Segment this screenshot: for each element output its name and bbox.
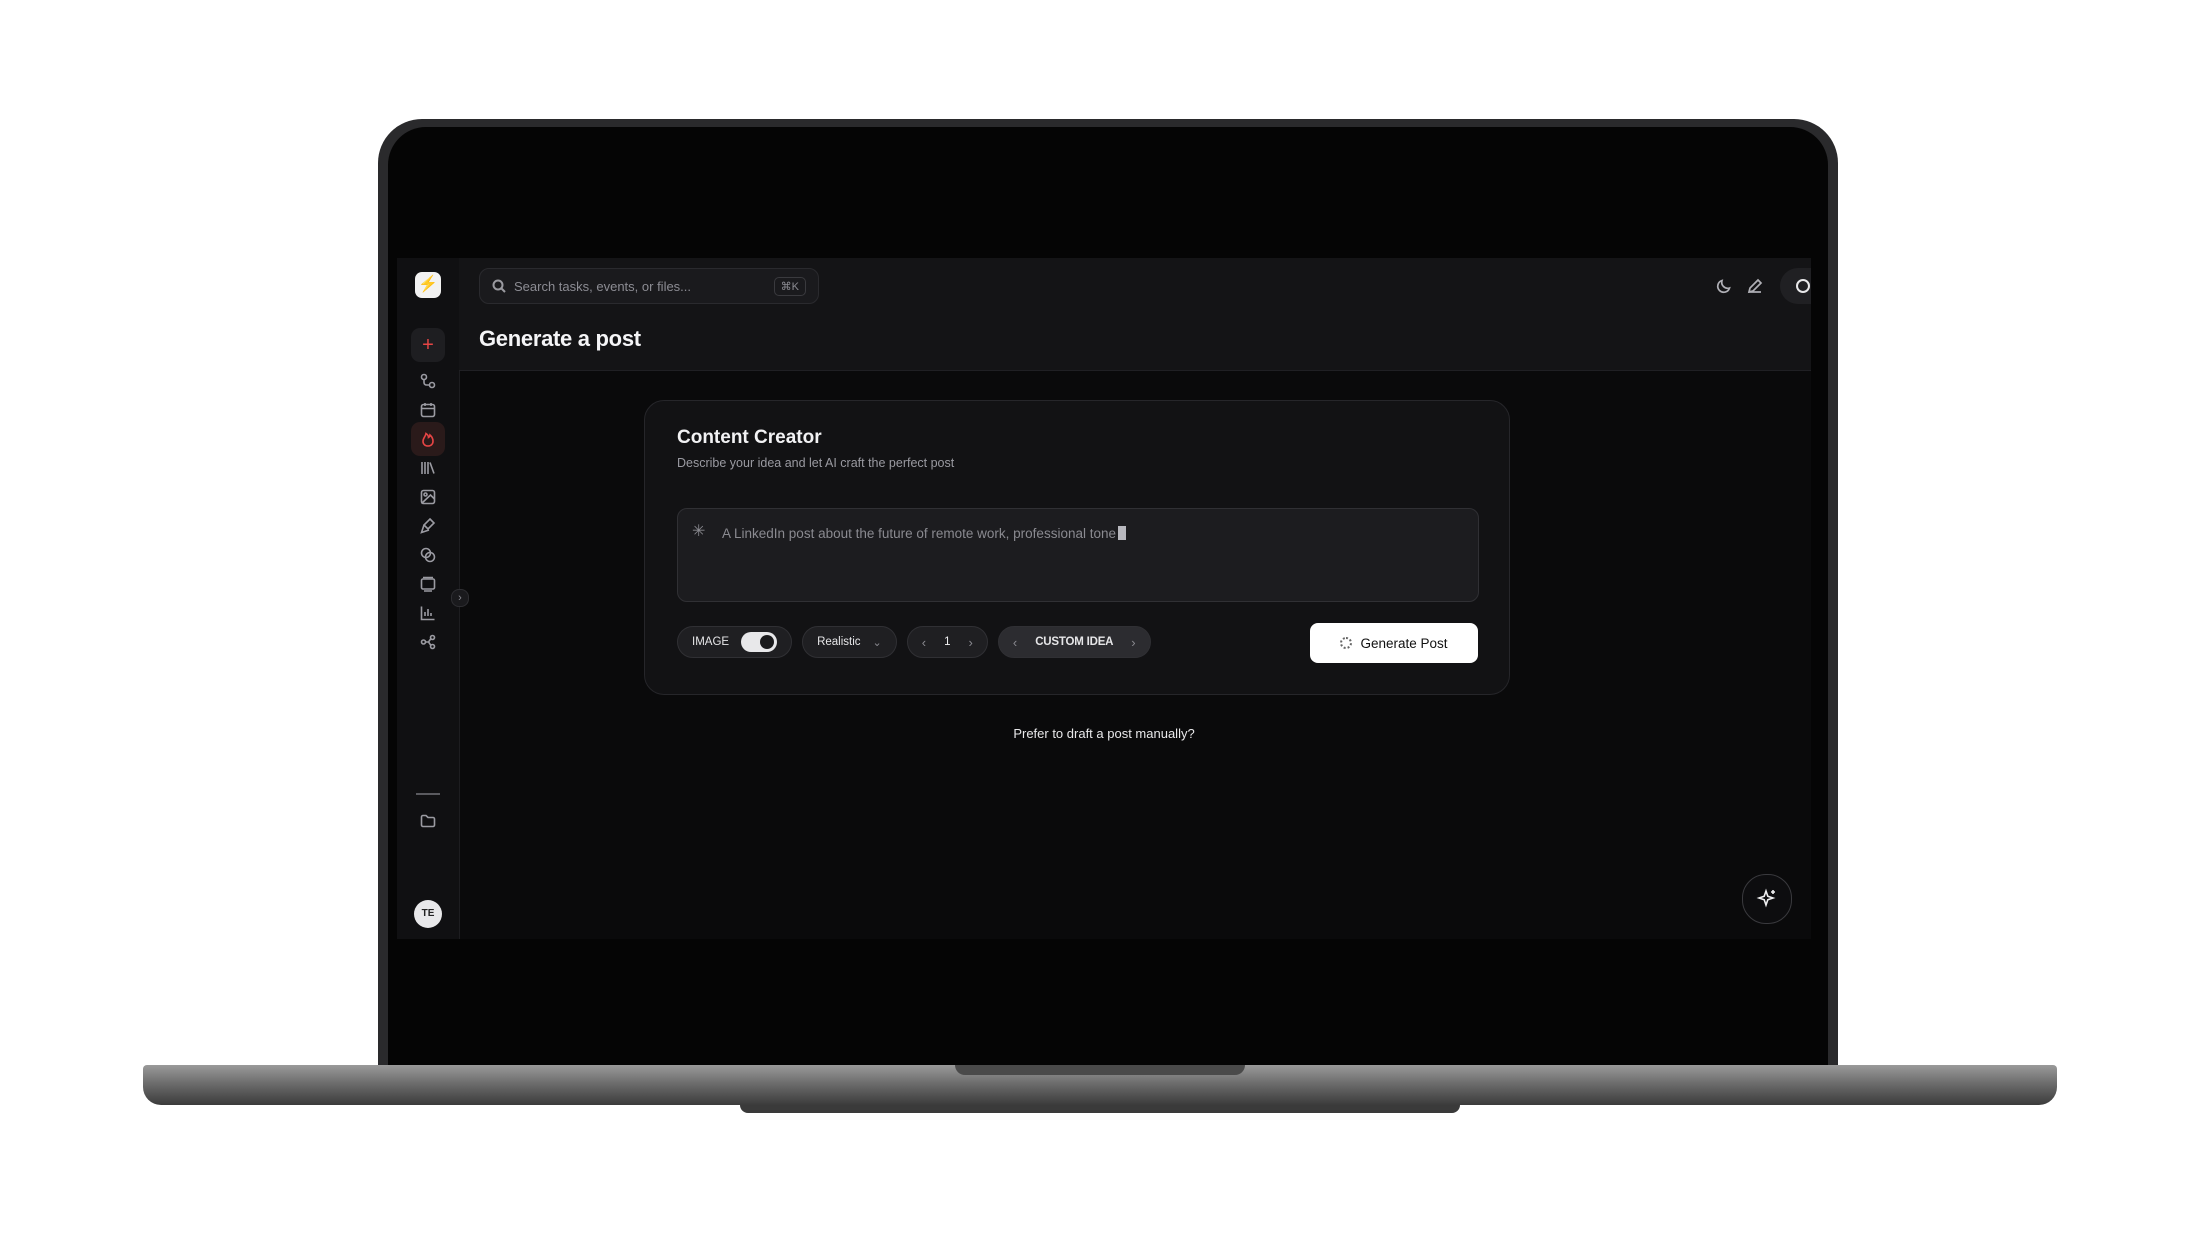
theme-toggle-button[interactable] <box>1712 274 1736 298</box>
text-cursor <box>1118 526 1126 540</box>
idea-next-icon[interactable]: › <box>1131 635 1135 650</box>
layers-icon <box>420 576 436 592</box>
image-toggle-chip[interactable]: IMAGE <box>677 626 793 658</box>
sparkles-icon <box>1756 888 1776 908</box>
sidebar-item-integrations[interactable] <box>411 625 445 659</box>
post-count-stepper: ‹ 1 › <box>906 626 988 658</box>
sidebar-collapse-button[interactable]: › <box>451 589 469 607</box>
content-creator-card: Content Creator Describe your idea and l… <box>644 400 1510 695</box>
style-select[interactable]: Realistic ⌄ <box>802 626 897 658</box>
page-header: Generate a post <box>459 314 1811 371</box>
folder-icon <box>420 814 436 828</box>
chevron-right-icon[interactable]: › <box>969 635 973 650</box>
integrations-icon <box>420 634 436 650</box>
compose-button[interactable] <box>1743 274 1767 298</box>
loading-spinner-icon <box>1340 637 1353 649</box>
new-button[interactable]: + <box>411 328 445 362</box>
card-subtitle: Describe your idea and let AI craft the … <box>677 456 955 470</box>
calendar-icon <box>420 403 436 418</box>
search-input[interactable]: Search tasks, events, or files... ⌘K <box>479 268 819 304</box>
search-placeholder: Search tasks, events, or files... <box>514 278 692 294</box>
laptop-foot <box>740 1105 1460 1113</box>
search-icon <box>492 279 506 293</box>
image-toggle-label: IMAGE <box>692 636 730 648</box>
sidebar-item-files[interactable] <box>411 804 445 838</box>
brush-icon <box>420 517 436 534</box>
library-icon <box>421 462 435 474</box>
prompt-value: A LinkedIn post about the future of remo… <box>722 526 1116 541</box>
credits-ring-icon <box>1796 279 1811 293</box>
idea-mode-selector: ‹ CUSTOM IDEA › <box>997 626 1151 658</box>
search-shortcut: ⌘K <box>773 276 806 296</box>
app-logo[interactable]: ⚡ <box>415 272 441 298</box>
chart-icon <box>420 606 435 621</box>
page-title: Generate a post <box>479 326 641 351</box>
prompt-textarea[interactable]: ✳ A LinkedIn post about the future of re… <box>677 508 1479 602</box>
sidebar-divider <box>416 793 440 795</box>
app-screen: ⚡ + TE › Search tasks, events, or files.… <box>397 258 1811 939</box>
image-toggle-switch[interactable] <box>741 632 778 652</box>
chevron-down-icon: ⌄ <box>872 636 882 649</box>
generate-post-label: Generate Post <box>1360 635 1448 651</box>
edit-icon <box>1747 278 1763 294</box>
workflow-icon <box>420 373 436 389</box>
image-icon <box>420 489 436 505</box>
moon-icon <box>1716 279 1731 294</box>
prompt-text: A LinkedIn post about the future of remo… <box>722 526 1126 541</box>
chevron-left-icon[interactable]: ‹ <box>922 635 926 650</box>
manual-draft-link[interactable]: Prefer to draft a post manually? <box>397 726 1811 741</box>
generate-post-button[interactable]: Generate Post <box>1310 623 1478 663</box>
idea-mode-label: CUSTOM IDEA <box>1035 636 1114 648</box>
style-select-value: Realistic <box>817 636 861 648</box>
top-bar: Search tasks, events, or files... ⌘K 20 <box>459 258 1811 314</box>
sparkle-icon: ✳ <box>692 523 706 540</box>
card-title: Content Creator <box>677 427 822 448</box>
ai-assistant-button[interactable] <box>1742 874 1792 924</box>
generation-controls: IMAGE Realistic ⌄ ‹ 1 › ‹ CUSTOM IDEA › <box>677 626 1151 660</box>
post-count-value: 1 <box>944 636 951 648</box>
idea-prev-icon[interactable]: ‹ <box>1013 635 1017 650</box>
user-avatar[interactable]: TE <box>414 900 442 928</box>
flame-icon <box>422 432 434 447</box>
laptop-notch <box>955 1065 1245 1075</box>
credits-badge[interactable]: 20 <box>1780 268 1811 304</box>
link-icon <box>420 547 436 563</box>
